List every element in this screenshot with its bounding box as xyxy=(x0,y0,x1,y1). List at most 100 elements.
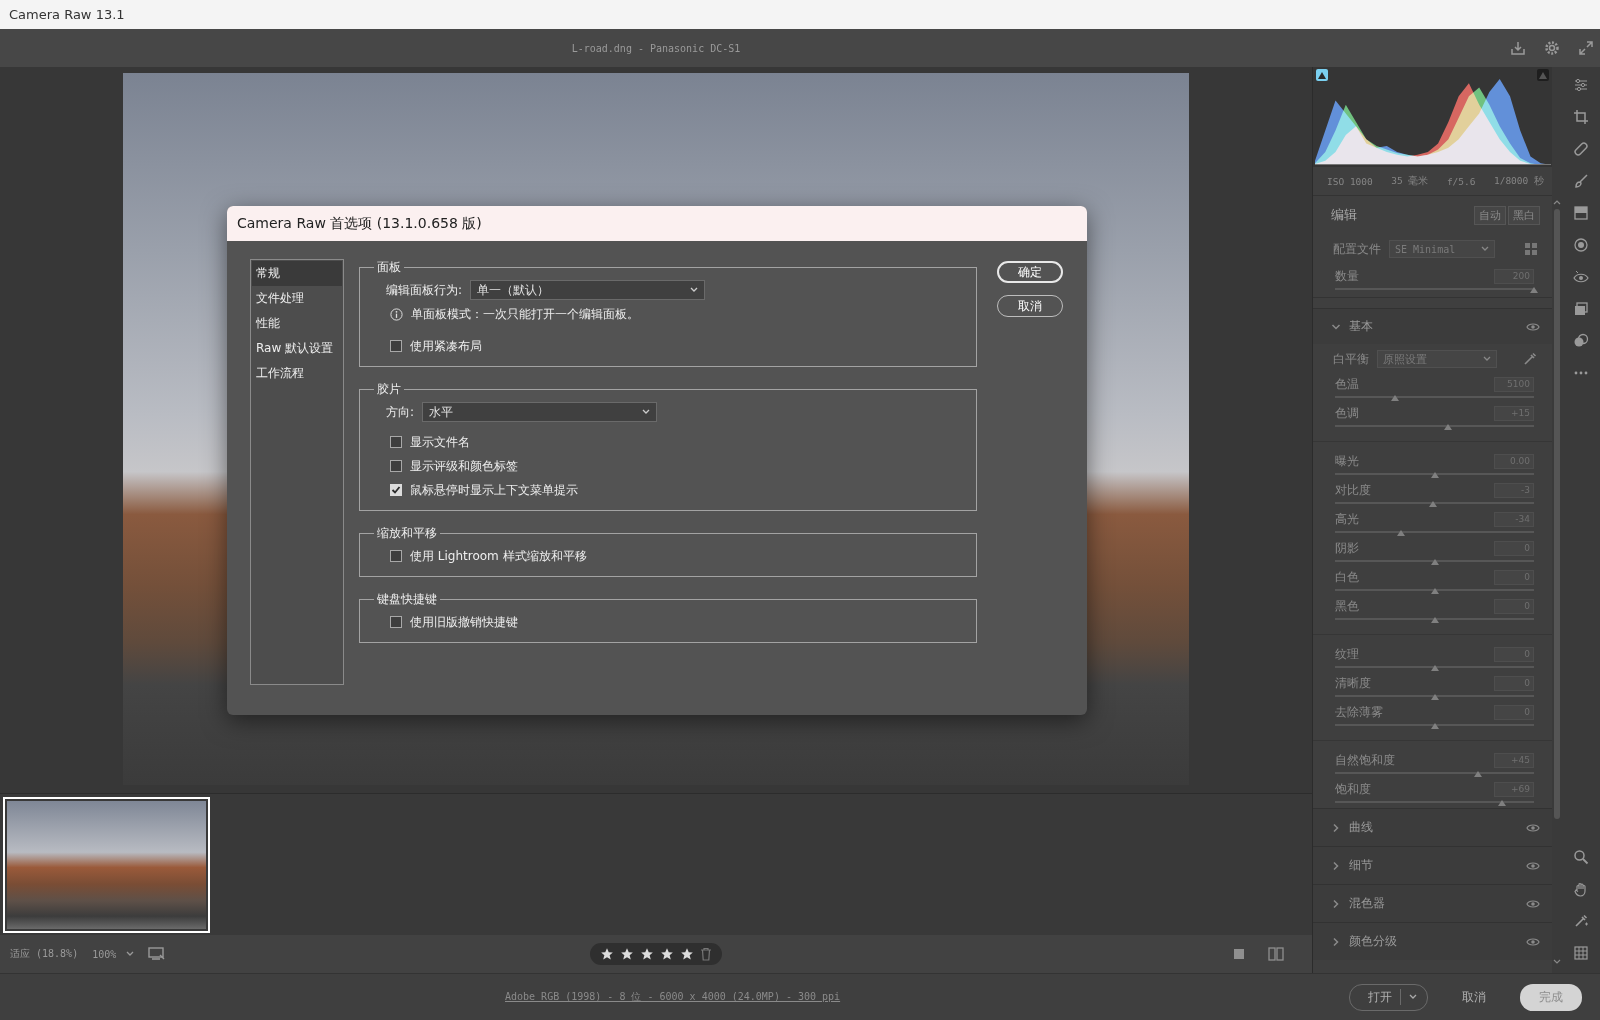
done-button[interactable]: 完成 xyxy=(1520,984,1582,1011)
slider-value[interactable]: 0 xyxy=(1494,676,1534,691)
checkbox[interactable] xyxy=(390,616,402,628)
checkbox-label[interactable]: 使用旧版撤销快捷键 xyxy=(410,614,518,631)
brush-icon[interactable] xyxy=(1573,173,1589,189)
star-rating[interactable] xyxy=(590,943,722,965)
star-icon[interactable] xyxy=(600,947,614,961)
more-icon[interactable] xyxy=(1573,365,1589,381)
slider-track[interactable] xyxy=(1335,663,1534,672)
filmstrip-thumbnail[interactable] xyxy=(3,797,210,933)
section-header[interactable]: 混色器 xyxy=(1313,884,1552,922)
slider-value[interactable]: 200 xyxy=(1494,269,1534,284)
edit-button[interactable]: 黑白 xyxy=(1508,206,1540,225)
scroll-down-icon[interactable] xyxy=(1553,959,1561,965)
slider-value[interactable]: 0 xyxy=(1494,599,1534,614)
slider-track[interactable] xyxy=(1335,615,1534,624)
section-header[interactable]: 曲线 xyxy=(1313,808,1552,846)
slider-thumb[interactable] xyxy=(1530,287,1538,293)
cancel-button[interactable]: 取消 xyxy=(1462,989,1486,1006)
slider-track[interactable] xyxy=(1335,499,1534,508)
checkbox-label[interactable]: 使用 Lightroom 样式缩放和平移 xyxy=(410,548,587,565)
edit-button[interactable]: 自动 xyxy=(1474,206,1506,225)
hand-icon[interactable] xyxy=(1573,881,1589,897)
adjustment-slider[interactable]: 纹理0 xyxy=(1313,644,1552,673)
nav-item[interactable]: 常规 xyxy=(252,261,342,286)
nav-item[interactable]: 性能 xyxy=(252,311,342,336)
slider-thumb[interactable] xyxy=(1431,559,1439,565)
adjustment-slider[interactable]: 饱和度+69 xyxy=(1313,779,1552,808)
eyedropper-icon[interactable] xyxy=(1522,351,1538,367)
adjustment-slider[interactable]: 白色0 xyxy=(1313,567,1552,596)
slider-track[interactable] xyxy=(1335,393,1534,402)
white-balance-select[interactable]: 原照设置 xyxy=(1377,350,1497,368)
slider-value[interactable]: +69 xyxy=(1494,782,1534,797)
checkbox-label[interactable]: 显示评级和颜色标签 xyxy=(410,458,518,475)
scroll-up-icon[interactable] xyxy=(1553,199,1561,205)
scrollbar-thumb[interactable] xyxy=(1554,209,1560,819)
checkbox[interactable] xyxy=(390,550,402,562)
slider-thumb[interactable] xyxy=(1444,424,1452,430)
slider-thumb[interactable] xyxy=(1474,771,1482,777)
adjustment-slider[interactable]: 去除薄雾0 xyxy=(1313,702,1552,731)
zoom-fit[interactable]: 适应 (18.8%) xyxy=(10,947,78,961)
dialog-button[interactable]: 确定 xyxy=(997,261,1063,283)
gear-icon[interactable] xyxy=(1544,40,1560,56)
color-sampler-icon[interactable] xyxy=(1573,913,1589,929)
checkbox[interactable] xyxy=(390,436,402,448)
slider-value[interactable]: -3 xyxy=(1494,483,1534,498)
star-icon[interactable] xyxy=(680,947,694,961)
slider-thumb[interactable] xyxy=(1429,501,1437,507)
slider-track[interactable] xyxy=(1335,586,1534,595)
slider-value[interactable]: 0 xyxy=(1494,541,1534,556)
checkbox[interactable] xyxy=(390,340,402,352)
adjustment-slider[interactable]: 色调+15 xyxy=(1313,403,1552,432)
eye-icon[interactable] xyxy=(1526,823,1540,833)
presets-icon[interactable] xyxy=(1573,333,1589,349)
slider-track[interactable] xyxy=(1335,557,1534,566)
amount-slider[interactable]: 数量200 xyxy=(1313,264,1552,298)
save-icon[interactable] xyxy=(1510,40,1526,56)
adjustment-slider[interactable]: 黑色0 xyxy=(1313,596,1552,625)
adjustment-slider[interactable]: 色温5100 xyxy=(1313,374,1552,403)
zoom-icon[interactable] xyxy=(1573,849,1589,865)
star-icon[interactable] xyxy=(640,947,654,961)
radial-filter-icon[interactable] xyxy=(1573,237,1589,253)
nav-item[interactable]: 文件处理 xyxy=(252,286,342,311)
checkbox[interactable] xyxy=(390,460,402,472)
highlight-clipping-icon[interactable] xyxy=(1537,69,1549,81)
star-icon[interactable] xyxy=(660,947,674,961)
slider-value[interactable]: 5100 xyxy=(1494,377,1534,392)
profile-select[interactable]: SE Minimal xyxy=(1389,240,1495,258)
eye-icon[interactable] xyxy=(1526,937,1540,947)
grid-icon[interactable] xyxy=(1573,945,1589,961)
shadow-clipping-icon[interactable] xyxy=(1316,69,1328,81)
nav-item[interactable]: 工作流程 xyxy=(252,361,342,386)
adjustment-slider[interactable]: 清晰度0 xyxy=(1313,673,1552,702)
slider-value[interactable]: +45 xyxy=(1494,753,1534,768)
adjustment-slider[interactable]: 阴影0 xyxy=(1313,538,1552,567)
checkbox-label[interactable]: 鼠标悬停时显示上下文菜单提示 xyxy=(410,482,578,499)
slider-track[interactable] xyxy=(1335,769,1534,778)
eye-icon[interactable] xyxy=(1526,861,1540,871)
open-button[interactable]: 打开 xyxy=(1349,984,1428,1011)
slider-value[interactable]: 0 xyxy=(1494,705,1534,720)
adjustment-slider[interactable]: 曝光0.00 xyxy=(1313,451,1552,480)
checkbox-label[interactable]: 显示文件名 xyxy=(410,434,470,451)
slider-track[interactable] xyxy=(1335,422,1534,431)
crop-icon[interactable] xyxy=(1573,109,1589,125)
slider-track[interactable] xyxy=(1335,798,1534,807)
slider-thumb[interactable] xyxy=(1397,530,1405,536)
workflow-options-link[interactable]: Adobe RGB (1998) - 8 位 - 6000 x 4000 (24… xyxy=(505,990,840,1004)
slider-thumb[interactable] xyxy=(1431,723,1439,729)
slider-track[interactable] xyxy=(1335,285,1534,294)
slider-value[interactable]: 0.00 xyxy=(1494,454,1534,469)
chevron-down-icon[interactable] xyxy=(1409,994,1417,1000)
nav-item[interactable]: Raw 默认设置 xyxy=(252,336,342,361)
edit-sliders-icon[interactable] xyxy=(1573,77,1589,93)
slider-thumb[interactable] xyxy=(1431,472,1439,478)
single-view-icon[interactable] xyxy=(1232,947,1246,961)
eye-icon[interactable] xyxy=(1526,322,1540,332)
adjustment-slider[interactable]: 自然饱和度+45 xyxy=(1313,750,1552,779)
slider-thumb[interactable] xyxy=(1431,665,1439,671)
slider-value[interactable]: 0 xyxy=(1494,647,1534,662)
star-icon[interactable] xyxy=(620,947,634,961)
